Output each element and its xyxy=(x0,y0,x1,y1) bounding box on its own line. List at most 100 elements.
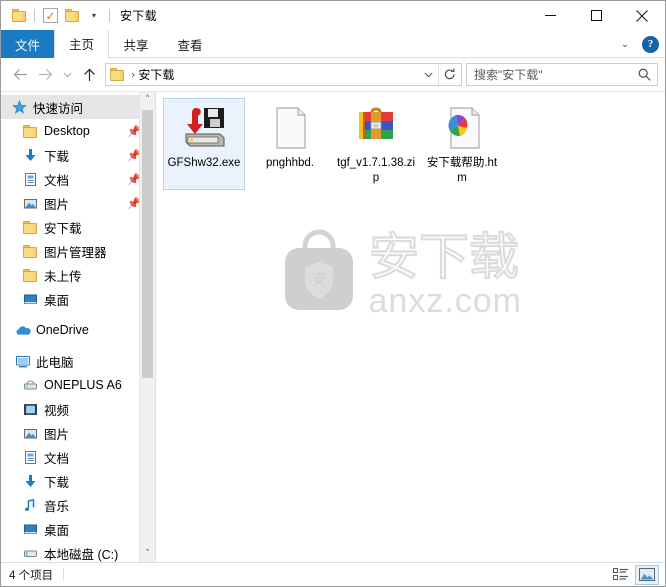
search-input[interactable]: 搜索"安下载" xyxy=(474,66,635,83)
close-button[interactable] xyxy=(619,1,665,30)
sidebar-scrollbar[interactable]: ˄ ˅ xyxy=(139,92,155,562)
sidebar-label: 桌面 xyxy=(44,293,70,308)
recent-locations-button[interactable] xyxy=(58,62,76,88)
refresh-icon xyxy=(444,68,455,80)
sidebar-item-this-pc[interactable]: 此电脑 xyxy=(1,349,155,373)
sidebar-item-desktop-cn[interactable]: 桌面 xyxy=(1,517,155,541)
details-view-button[interactable] xyxy=(609,565,633,585)
up-button[interactable] xyxy=(76,62,102,88)
sidebar-item-image-manager[interactable]: 图片管理器 xyxy=(1,239,155,263)
sidebar-item-desktop-qa[interactable]: Desktop 📌 xyxy=(1,119,155,143)
file-explorer-window: ✓ ▾ 安下载 文件 主页 共享 查看 ⌄ ? › 安下载 搜索"安下载" 快速… xyxy=(0,0,666,587)
ribbon-collapse-chevron-down-icon[interactable]: ⌄ xyxy=(616,39,634,50)
desktop-icon xyxy=(22,291,39,308)
sidebar-item-downloads-qa[interactable]: 下载 📌 xyxy=(1,143,155,167)
sidebar-label: 未上传 xyxy=(44,269,82,284)
file-list-pane[interactable]: 安 安下载 anxz.com GFShw32.exe pnghhbd. tgf_… xyxy=(156,92,665,562)
sidebar-item-documents[interactable]: 文档 xyxy=(1,445,155,469)
sidebar-item-desktop-cn-qa[interactable]: 桌面 xyxy=(1,287,155,311)
window-controls xyxy=(527,1,665,30)
html-pinwheel-icon xyxy=(438,104,486,152)
file-label: tgf_v1.7.1.38.zip xyxy=(337,157,415,184)
folder-icon xyxy=(22,243,39,260)
sidebar-item-videos[interactable]: 视频 xyxy=(1,397,155,421)
documents-icon xyxy=(22,171,39,188)
file-item-anxiazai-help-htm[interactable]: 安下载帮助.htm xyxy=(421,98,503,190)
tab-share[interactable]: 共享 xyxy=(109,30,163,58)
large-icons-view-button[interactable] xyxy=(635,564,659,585)
tab-file[interactable]: 文件 xyxy=(1,30,55,58)
address-bar[interactable]: › 安下载 xyxy=(105,63,462,86)
maximize-icon xyxy=(590,10,602,21)
maximize-button[interactable] xyxy=(573,1,619,30)
nav-gap-1 xyxy=(1,311,155,318)
file-item-pnghhbd[interactable]: pnghhbd. xyxy=(249,98,331,190)
breadcrumb-separator[interactable]: › xyxy=(131,68,135,81)
sidebar-label: Desktop xyxy=(44,124,90,138)
qat-new-folder-icon[interactable] xyxy=(61,5,83,27)
onedrive-cloud-icon xyxy=(14,322,31,339)
scroll-up-chevron-up-icon[interactable]: ˄ xyxy=(140,92,155,108)
sidebar-label: 桌面 xyxy=(44,523,70,538)
sidebar-item-quick-access[interactable]: 快速访问 xyxy=(1,95,155,119)
file-item-tgf-zip[interactable]: tgf_v1.7.1.38.zip xyxy=(335,98,417,190)
address-dropdown-button[interactable] xyxy=(418,64,438,85)
sidebar-label: 快速访问 xyxy=(33,101,84,116)
navigation-pane: 快速访问 Desktop 📌 下载 📌 文档 📌 图片 📌 安下载 图片管理器 … xyxy=(1,92,156,562)
sidebar-item-pictures[interactable]: 图片 xyxy=(1,421,155,445)
forward-arrow-icon xyxy=(39,69,53,80)
refresh-button[interactable] xyxy=(438,64,461,85)
watermark: 安 安下载 anxz.com xyxy=(156,228,665,321)
sidebar-label: 安下载 xyxy=(44,221,82,236)
watermark-bag-icon: 安 xyxy=(275,228,363,318)
documents-icon xyxy=(22,449,39,466)
file-item-gfshw32[interactable]: GFShw32.exe xyxy=(163,98,245,190)
sidebar-item-local-disk-c[interactable]: 本地磁盘 (C:) xyxy=(1,541,155,562)
scroll-down-chevron-down-icon[interactable]: ˅ xyxy=(140,546,155,562)
ribbon-right-controls: ⌄ ? xyxy=(616,30,659,58)
minimize-button[interactable] xyxy=(527,1,573,30)
sidebar-item-onedrive[interactable]: OneDrive xyxy=(1,318,155,342)
tab-view[interactable]: 查看 xyxy=(163,30,217,58)
tab-home[interactable]: 主页 xyxy=(54,30,110,58)
sidebar-label: OneDrive xyxy=(36,323,89,337)
blank-file-icon xyxy=(266,104,314,152)
chevron-down-icon: ▾ xyxy=(91,10,96,20)
desktop-icon xyxy=(22,521,39,538)
up-arrow-icon xyxy=(83,68,95,81)
quick-access-toolbar: ✓ ▾ xyxy=(8,5,114,27)
qat-folder-icon[interactable] xyxy=(8,5,30,27)
chevron-down-icon xyxy=(423,72,433,77)
status-bar: 4 个项目 xyxy=(1,562,665,586)
search-icon[interactable] xyxy=(635,68,653,81)
sidebar-item-pictures-qa[interactable]: 图片 📌 xyxy=(1,191,155,215)
qat-customize-caret[interactable]: ▾ xyxy=(83,5,105,27)
svg-text:安下载: 安下载 xyxy=(369,229,519,285)
large-icons-icon xyxy=(639,568,655,581)
scrollbar-thumb[interactable] xyxy=(142,110,153,378)
exe-install-icon xyxy=(180,104,228,152)
qat-separator-2 xyxy=(109,9,110,22)
pictures-icon xyxy=(22,195,39,212)
chevron-down-icon xyxy=(62,72,72,77)
watermark-brand-text: 安下载 xyxy=(369,228,520,286)
nav-gap-2 xyxy=(1,342,155,349)
videos-icon xyxy=(22,401,39,418)
sidebar-label: 图片 xyxy=(44,197,70,212)
sidebar-item-oneplus-a6[interactable]: ONEPLUS A6 xyxy=(1,373,155,397)
sidebar-item-not-uploaded[interactable]: 未上传 xyxy=(1,263,155,287)
breadcrumb-path[interactable]: 安下载 xyxy=(138,66,174,83)
sidebar-item-music[interactable]: 音乐 xyxy=(1,493,155,517)
sidebar-item-documents-qa[interactable]: 文档 📌 xyxy=(1,167,155,191)
qat-properties-icon[interactable]: ✓ xyxy=(39,5,61,27)
sidebar-item-anxiazai[interactable]: 安下载 xyxy=(1,215,155,239)
sidebar-item-downloads[interactable]: 下载 xyxy=(1,469,155,493)
title-bar: ✓ ▾ 安下载 xyxy=(1,1,665,30)
file-label: 安下载帮助.htm xyxy=(426,157,498,184)
forward-button[interactable] xyxy=(33,62,58,88)
sidebar-label: 图片管理器 xyxy=(44,245,107,260)
search-box[interactable]: 搜索"安下载" xyxy=(466,63,658,86)
window-title: 安下载 xyxy=(120,9,157,23)
back-button[interactable] xyxy=(8,62,33,88)
help-button[interactable]: ? xyxy=(642,35,659,53)
